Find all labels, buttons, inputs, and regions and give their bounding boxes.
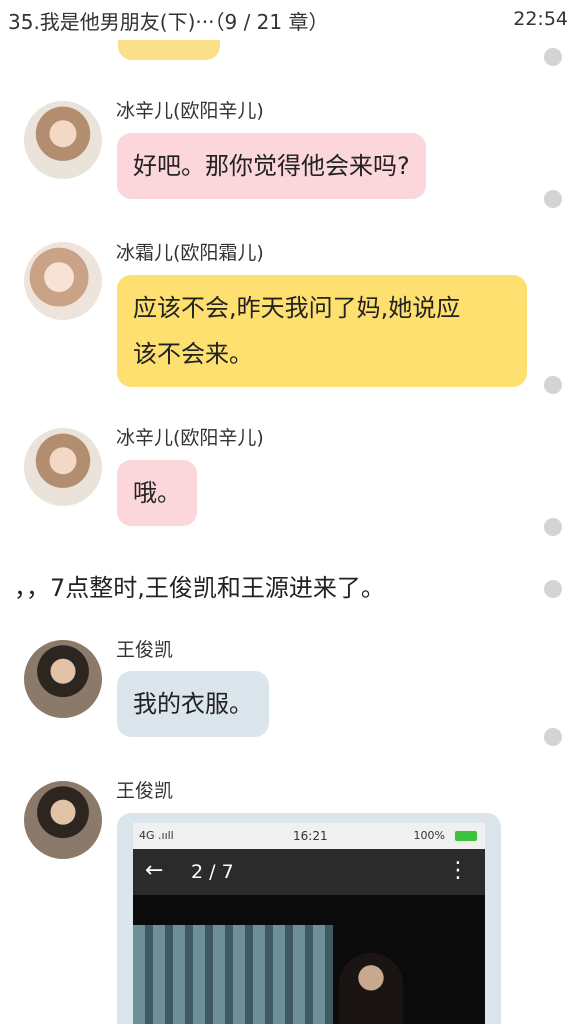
chapter-title: 35.我是他男朋友(下)···（9 / 21 章）	[8, 10, 329, 34]
avatar[interactable]	[24, 781, 102, 859]
battery-icon	[455, 831, 477, 841]
message-text: 哦。	[133, 479, 181, 507]
screenshot-time: 16:21	[293, 829, 328, 843]
message-text: 我的衣服。	[133, 690, 253, 718]
more-dot[interactable]	[544, 376, 562, 394]
more-dot[interactable]	[544, 190, 562, 208]
sender-name: 王俊凯	[116, 780, 174, 802]
narration-text: ，，7点整时,王俊凯和王源进来了。	[14, 574, 385, 602]
message-bubble[interactable]: 应该不会,昨天我问了妈,她说应 该不会来。	[117, 275, 527, 387]
sender-name: 王俊凯	[116, 639, 174, 661]
page-counter: 2 / 7	[191, 861, 234, 883]
more-dot[interactable]	[544, 728, 562, 746]
person-photo	[339, 953, 403, 1024]
message-bubble[interactable]: 哦。	[117, 460, 197, 526]
more-dot[interactable]	[544, 518, 562, 536]
back-arrow-icon: ←	[145, 858, 164, 883]
battery-percent: 100%	[413, 829, 445, 842]
message-bubble[interactable]: 我的衣服。	[117, 671, 269, 737]
screenshot-photo	[133, 895, 485, 1024]
more-vertical-icon: ⋮	[447, 858, 469, 883]
status-bar: 35.我是他男朋友(下)···（9 / 21 章） 22:54	[0, 0, 576, 40]
avatar[interactable]	[24, 428, 102, 506]
screenshot-status-bar: 4G .ııll 16:21 100%	[133, 823, 485, 849]
signal-icon: 4G .ııll	[139, 829, 174, 842]
clock: 22:54	[513, 8, 568, 30]
sender-name: 冰辛儿(欧阳辛儿)	[116, 100, 264, 122]
more-dot[interactable]	[544, 580, 562, 598]
message-text: 该不会来。	[133, 340, 253, 368]
sender-name: 冰霜儿(欧阳霜儿)	[116, 242, 264, 264]
avatar[interactable]	[24, 640, 102, 718]
window-blinds	[133, 925, 333, 1024]
message-text: 好吧。那你觉得他会来吗?	[133, 152, 410, 180]
more-dot[interactable]	[544, 48, 562, 66]
image-message[interactable]: 4G .ııll 16:21 100% ← 2 / 7 ⋮	[117, 813, 501, 1024]
avatar[interactable]	[24, 101, 102, 179]
sender-name: 冰辛儿(欧阳辛儿)	[116, 427, 264, 449]
message-text: 应该不会,昨天我问了妈,她说应	[133, 294, 461, 322]
screenshot-toolbar: ← 2 / 7 ⋮	[133, 849, 485, 895]
avatar[interactable]	[24, 242, 102, 320]
message-bubble[interactable]: 好吧。那你觉得他会来吗?	[117, 133, 426, 199]
